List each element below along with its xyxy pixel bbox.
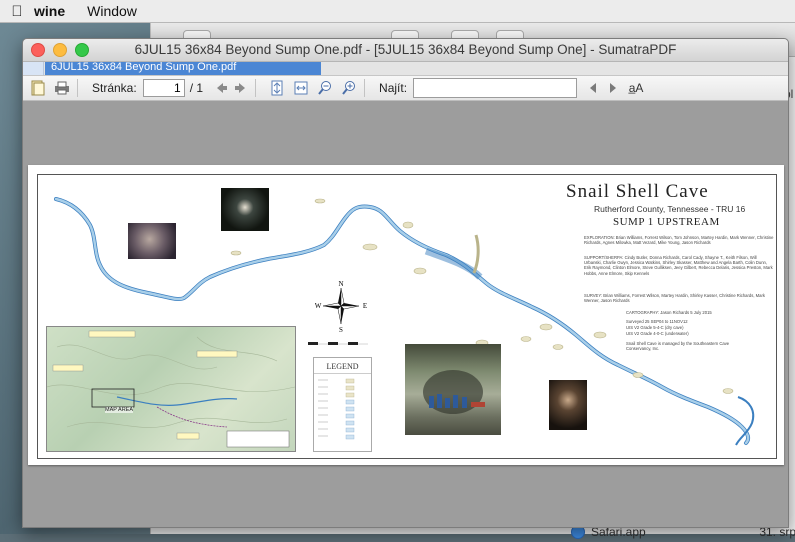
match-case-icon[interactable]: a̲A: [627, 79, 645, 97]
compass-n: N: [338, 280, 343, 288]
find-next-icon[interactable]: [605, 80, 621, 96]
menubar:  wine Window: [0, 0, 795, 23]
window-controls: [31, 43, 89, 57]
find-previous-icon[interactable]: [585, 80, 601, 96]
legend-title: LEGEND: [314, 362, 371, 374]
managed-note: Snail Shell Cave is managed by the South…: [626, 341, 730, 352]
toolbar-separator: [255, 79, 257, 97]
area-topographic-map: MAP AREA: [46, 326, 296, 452]
apple-icon[interactable]: : [0, 3, 34, 20]
map-location: Rutherford County, Tennessee - TRU 16: [594, 204, 746, 214]
window-title: 6JUL15 36x84 Beyond Sump One.pdf - [5JUL…: [134, 42, 677, 57]
cartography-credit: CARTOGRAPHY: Jason Richards 5 July 2015: [626, 310, 712, 315]
map-section: SUMP 1 UPSTREAM: [613, 216, 720, 228]
cave-entrance-photo: [405, 344, 501, 435]
tab-strip: 6JUL15 36x84 Beyond Sump One.pdf: [23, 62, 788, 76]
toolbar: Stránka: / 1 Najít: a̲A: [23, 76, 788, 101]
grade-dry: UIS V2 Grade 5-4-C (dry cave): [626, 325, 684, 330]
survey-dates: Surveyed 25 SEP04 to 11NOV12: [626, 319, 688, 324]
compass-s: S: [339, 326, 343, 332]
compass-rose: N S W E: [315, 280, 367, 334]
open-file-icon[interactable]: [29, 79, 47, 97]
close-button[interactable]: [31, 43, 45, 57]
previous-page-icon[interactable]: [213, 80, 229, 96]
toolbar-separator: [364, 79, 366, 97]
cave-photo: [128, 223, 176, 259]
page-number-input[interactable]: [142, 79, 185, 97]
map-title: Snail Shell Cave: [566, 181, 709, 202]
grade-underwater: UIS V2 Grade 4-0-C (underwater): [626, 331, 689, 336]
title-bar[interactable]: 6JUL15 36x84 Beyond Sump One.pdf - [5JUL…: [23, 39, 788, 62]
next-page-icon[interactable]: [233, 80, 249, 96]
print-icon[interactable]: [53, 79, 71, 97]
find-label: Najít:: [379, 81, 408, 95]
survey-credits: SURVEY: Brian Williams, Forrest Wilson, …: [584, 293, 765, 304]
maximize-button[interactable]: [75, 43, 89, 57]
map-legend: LEGEND: [313, 357, 372, 452]
fit-width-icon[interactable]: [292, 79, 310, 97]
minimize-button[interactable]: [53, 43, 67, 57]
menubar-app-name[interactable]: wine: [34, 3, 65, 19]
document-tab[interactable]: 6JUL15 36x84 Beyond Sump One.pdf: [45, 62, 321, 75]
exploration-credits: EXPLORATION: Brian Williams, Forrest Wil…: [584, 235, 774, 246]
tab-strip-left: [23, 62, 44, 75]
fit-page-icon[interactable]: [268, 79, 286, 97]
document-canvas[interactable]: Snail Shell Cave Rutherford County, Tenn…: [23, 101, 788, 527]
map-area-label: MAP AREA: [105, 407, 134, 413]
cave-photo: [549, 380, 587, 430]
cave-photo: [221, 188, 269, 231]
compass-w: W: [315, 302, 322, 310]
page-label: Stránka:: [92, 81, 137, 95]
support-credits: SUPPORT/SHERPA: Cindy Butler, Donna Rich…: [584, 255, 773, 276]
menubar-window[interactable]: Window: [87, 3, 137, 19]
zoom-out-icon[interactable]: [316, 79, 334, 97]
page-total: / 1: [189, 81, 204, 95]
find-input[interactable]: [413, 78, 578, 98]
zoom-in-icon[interactable]: [340, 79, 358, 97]
sumatrapdf-window: 6JUL15 36x84 Beyond Sump One.pdf - [5JUL…: [22, 38, 789, 528]
toolbar-separator: [77, 79, 78, 97]
pdf-page: Snail Shell Cave Rutherford County, Tenn…: [28, 165, 784, 465]
compass-e: E: [363, 302, 367, 310]
